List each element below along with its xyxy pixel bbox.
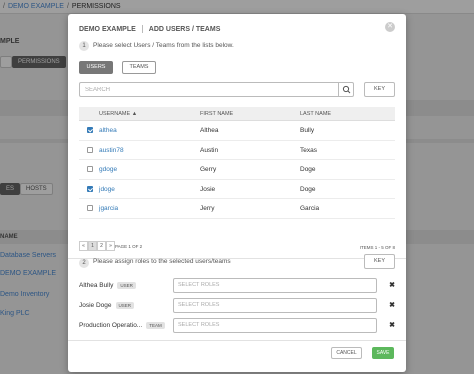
first-name-cell: Josie [200, 185, 216, 193]
username-link[interactable]: jgarcia [99, 205, 118, 212]
modal-header: DEMO EXAMPLE ADD USERS / TEAMS [79, 25, 220, 33]
type-badge: TEAM [146, 322, 165, 329]
page-last-button[interactable]: » [106, 241, 115, 251]
last-name-cell: Garcia [300, 205, 320, 212]
tab-users[interactable]: USERS [79, 61, 113, 74]
search-box [79, 82, 354, 97]
search-input[interactable] [80, 83, 335, 96]
cancel-button[interactable]: CANCEL [331, 347, 362, 359]
key-button[interactable]: KEY [364, 82, 395, 97]
row-checkbox[interactable] [87, 166, 93, 172]
row-checkbox[interactable] [87, 185, 93, 192]
role-row-name: Production Operatio... TEAM [79, 322, 165, 329]
type-badge: USER [115, 302, 135, 309]
row-checkbox[interactable] [87, 205, 93, 211]
table-row[interactable]: jgarcia Jerry Garcia [79, 199, 395, 219]
last-name-cell: Bully [300, 127, 315, 134]
save-button[interactable]: SAVE [372, 347, 394, 359]
first-name-cell: Althea [200, 127, 219, 134]
select-roles-field[interactable]: SELECT ROLES [173, 318, 377, 333]
remove-icon[interactable]: ✖ [389, 301, 395, 309]
username-link[interactable]: althea [99, 127, 117, 134]
page-of-text: PAGE 1 OF 2 [115, 244, 143, 249]
footer-divider [68, 340, 406, 341]
items-count: ITEMS 1 - 5 OF 8 [359, 245, 395, 250]
role-name: Josie Doge [79, 302, 112, 310]
role-row-name: Althea Bully USER [79, 282, 136, 289]
modal-title: DEMO EXAMPLE [79, 25, 136, 33]
first-name-cell: Jerry [200, 205, 215, 212]
step-2-badge: 2 [79, 258, 89, 268]
page-first-button[interactable]: « [79, 241, 88, 251]
table-row[interactable]: althea Althea Bully [79, 121, 395, 141]
add-users-teams-modal: DEMO EXAMPLE ADD USERS / TEAMS ✕ 1 Please… [68, 14, 406, 372]
column-last-name[interactable]: LAST NAME [300, 111, 331, 117]
tab-teams[interactable]: TEAMS [122, 61, 156, 74]
column-username[interactable]: USERNAME ▲ [99, 111, 137, 117]
page-2-button[interactable]: 2 [97, 241, 106, 251]
roles-key-button[interactable]: KEY [364, 254, 395, 269]
table-row[interactable]: jdoge Josie Doge [79, 180, 395, 199]
column-username-label: USERNAME [99, 111, 131, 117]
first-name-cell: Austin [200, 146, 219, 154]
role-name: Production Operatio... [79, 322, 143, 330]
last-name-cell: Texas [300, 146, 317, 154]
table-header: USERNAME ▲ FIRST NAME LAST NAME [79, 107, 395, 121]
username-link[interactable]: austin78 [99, 147, 124, 154]
users-table: USERNAME ▲ FIRST NAME LAST NAME althea A… [79, 107, 395, 219]
step-2-text: Please assign roles to the selected user… [93, 258, 231, 265]
header-divider [141, 25, 143, 33]
type-badge: USER [117, 282, 136, 289]
search-icon [342, 85, 351, 94]
step-1-text: Please select Users / Teams from the lis… [93, 42, 234, 49]
select-roles-field[interactable]: SELECT ROLES [173, 278, 377, 293]
remove-icon[interactable]: ✖ [389, 321, 395, 329]
page-1-button[interactable]: 1 [88, 241, 97, 251]
last-name-cell: Doge [300, 166, 316, 173]
row-checkbox[interactable] [87, 146, 93, 153]
table-row[interactable]: austin78 Austin Texas [79, 141, 395, 160]
column-first-name[interactable]: FIRST NAME [200, 111, 233, 117]
select-roles-field[interactable]: SELECT ROLES [173, 298, 377, 313]
username-link[interactable]: gdoge [99, 166, 117, 173]
search-button[interactable] [338, 83, 353, 96]
username-link[interactable]: jdoge [99, 186, 115, 193]
close-icon[interactable]: ✕ [385, 22, 395, 32]
role-row-name: Josie Doge USER [79, 302, 135, 310]
remove-icon[interactable]: ✖ [389, 281, 395, 289]
row-checkbox[interactable] [87, 127, 93, 133]
step-1-badge: 1 [79, 41, 89, 51]
table-row[interactable]: gdoge Gerry Doge [79, 160, 395, 180]
first-name-cell: Gerry [200, 166, 217, 173]
role-name: Althea Bully [79, 282, 114, 290]
modal-subtitle: ADD USERS / TEAMS [148, 25, 221, 33]
last-name-cell: Doge [300, 185, 316, 193]
sort-up-icon: ▲ [131, 111, 138, 117]
